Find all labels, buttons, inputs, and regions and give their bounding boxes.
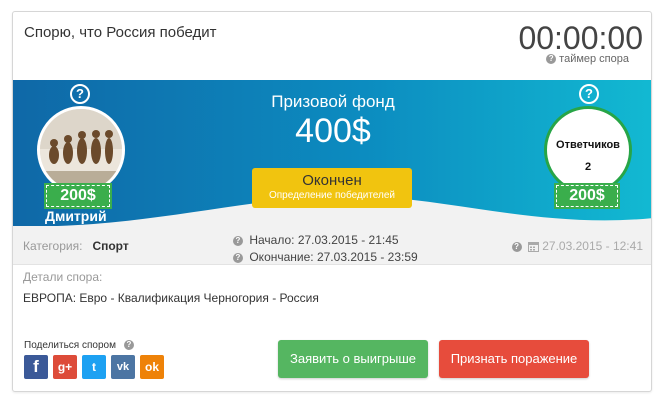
status-subtext: Определение победителей	[268, 190, 396, 201]
creator-stake-badge: 200$	[44, 183, 112, 209]
details-text: ЕВРОПА: Евро - Квалификация Черногория -…	[23, 291, 319, 305]
responders-count: 2	[584, 161, 592, 173]
info-row: Категория: Спорт ? Начало: 27.03.2015 - 2…	[13, 226, 651, 266]
category-value[interactable]: Спорт	[92, 239, 128, 253]
responders-help-icon[interactable]: ?	[579, 84, 599, 104]
admit-loss-button[interactable]: Признать поражение	[439, 340, 589, 378]
published-date: 27.03.2015 - 12:41	[542, 239, 643, 253]
calendar-icon	[527, 242, 539, 253]
odnoklassniki-icon[interactable]: ok	[140, 355, 164, 379]
bet-timer: 00:00:00	[518, 20, 643, 56]
claim-win-button[interactable]: Заявить о выигрыше	[278, 340, 428, 378]
google-plus-icon[interactable]: g+	[53, 355, 77, 379]
question-circle-icon[interactable]: ?	[123, 340, 134, 351]
details-label: Детали спора:	[23, 270, 103, 284]
status-text: Окончен	[302, 172, 362, 189]
timer-label: таймер спора	[559, 53, 629, 65]
twitter-icon[interactable]: t	[82, 355, 106, 379]
timer-caption: ? таймер спора	[546, 53, 629, 65]
creator-name[interactable]: Дмитрий	[45, 208, 107, 224]
divider	[13, 264, 651, 265]
bet-title: Спорю, что Россия победит	[24, 24, 217, 41]
question-circle-icon[interactable]: ?	[233, 235, 243, 246]
prize-fund-label: Призовой фонд	[271, 92, 395, 111]
responders-circle[interactable]: Ответчиков 2	[544, 106, 632, 194]
end-date: Окончание: 27.03.2015 - 23:59	[249, 250, 418, 264]
responders-label: Ответчиков	[556, 139, 620, 151]
category: Категория: Спорт	[23, 239, 129, 253]
social-share-buttons: f g+ t vk ok	[24, 355, 169, 379]
category-label: Категория:	[23, 239, 83, 253]
question-circle-icon[interactable]: ?	[546, 54, 557, 65]
facebook-icon[interactable]: f	[24, 355, 48, 379]
question-circle-icon[interactable]: ?	[511, 241, 522, 252]
share-label: Поделиться спором	[24, 340, 116, 351]
start-date: Начало: 27.03.2015 - 21:45	[249, 233, 399, 247]
vk-icon[interactable]: vk	[111, 355, 135, 379]
status-badge: Окончен Определение победителей	[252, 168, 412, 208]
published-date-row: ? 27.03.2015 - 12:41	[511, 239, 643, 253]
responders-stake-badge: 200$	[554, 183, 620, 209]
bet-dates: ? Начало: 27.03.2015 - 21:45 ? Окончание…	[233, 232, 418, 266]
question-circle-icon[interactable]: ?	[233, 252, 243, 263]
share-label-row: Поделиться спором?	[24, 340, 137, 351]
prize-banner: ? 200$ Дмитрий Призовой фонд 400$ Оконче…	[13, 80, 651, 226]
bet-card: Спорю, что Россия победит 00:00:00 ? тайм…	[12, 11, 652, 392]
start-date-row: ? Начало: 27.03.2015 - 21:45	[233, 232, 418, 249]
